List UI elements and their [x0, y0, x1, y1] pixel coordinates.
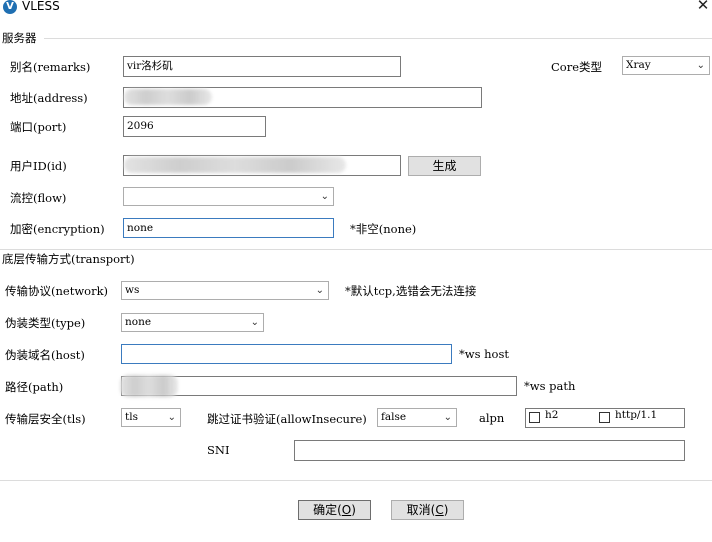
transport-section-title: 底层传输方式(transport)	[2, 252, 135, 266]
network-label: 传输协议(network)	[5, 284, 109, 298]
path-input[interactable]	[121, 376, 517, 396]
chevron-down-icon: ⌄	[250, 317, 259, 328]
core-type-label: Core类型	[551, 60, 603, 74]
footer-divider	[0, 480, 712, 481]
type-value: none	[125, 316, 152, 328]
type-select[interactable]: none ⌄	[121, 313, 264, 332]
flow-label: 流控(flow)	[10, 191, 67, 205]
tls-label: 传输层安全(tls)	[5, 412, 86, 426]
user-id-label: 用户ID(id)	[10, 159, 67, 173]
encryption-label: 加密(encryption)	[10, 222, 105, 236]
redacted-path	[120, 375, 178, 397]
ok-button[interactable]: 确定(O)	[298, 500, 371, 520]
network-hint: *默认tcp,选错会无法连接	[345, 284, 477, 298]
cancel-shortcut: C	[435, 503, 444, 517]
host-input[interactable]	[121, 344, 452, 364]
cancel-button[interactable]: 取消(C)	[391, 500, 464, 520]
chevron-down-icon: ⌄	[696, 60, 705, 71]
tls-select[interactable]: tls ⌄	[121, 408, 181, 427]
chevron-down-icon: ⌄	[315, 285, 324, 296]
alpn-h2-label: h2	[545, 409, 559, 421]
server-section-divider	[44, 38, 712, 39]
type-label: 伪装类型(type)	[5, 316, 86, 330]
alpn-h2-checkbox[interactable]	[529, 412, 540, 423]
sni-input[interactable]	[294, 440, 685, 461]
port-label: 端口(port)	[10, 120, 67, 134]
app-logo-icon: V	[3, 0, 17, 14]
cancel-button-label: 取消	[406, 503, 431, 517]
title-bar: V VLESS ✕	[0, 0, 712, 20]
path-label: 路径(path)	[5, 380, 64, 394]
vless-dialog: V VLESS ✕ 服务器 别名(remarks) vir洛杉矶 Core类型 …	[0, 0, 712, 542]
remarks-input[interactable]: vir洛杉矶	[123, 56, 401, 77]
alpn-http11-checkbox[interactable]	[599, 412, 610, 423]
redacted-address	[124, 89, 212, 105]
sni-label: SNI	[207, 443, 230, 457]
allow-insecure-value: false	[381, 411, 407, 423]
encryption-hint: *非空(none)	[350, 222, 417, 236]
ok-shortcut: O	[341, 503, 352, 517]
ok-button-label: 确定	[313, 503, 338, 517]
transport-section-divider	[0, 249, 712, 250]
server-section-title: 服务器	[2, 31, 37, 45]
network-select[interactable]: ws ⌄	[121, 281, 329, 300]
allow-insecure-label: 跳过证书验证(allowInsecure)	[207, 412, 367, 426]
redacted-user-id	[124, 157, 346, 173]
chevron-down-icon: ⌄	[320, 191, 329, 202]
path-hint: *ws path	[524, 379, 576, 393]
allow-insecure-select[interactable]: false ⌄	[377, 408, 457, 427]
core-type-select[interactable]: Xray ⌄	[622, 56, 710, 75]
network-value: ws	[125, 284, 140, 296]
generate-button[interactable]: 生成	[408, 156, 481, 176]
host-label: 伪装域名(host)	[5, 348, 85, 362]
close-icon[interactable]: ✕	[694, 0, 712, 14]
remarks-label: 别名(remarks)	[10, 60, 91, 74]
tls-value: tls	[125, 411, 138, 423]
host-hint: *ws host	[459, 347, 510, 361]
flow-select[interactable]: ⌄	[123, 187, 334, 206]
address-label: 地址(address)	[10, 91, 88, 105]
encryption-input[interactable]: none	[123, 218, 334, 238]
chevron-down-icon: ⌄	[167, 412, 176, 423]
core-type-value: Xray	[626, 59, 651, 71]
window-title: VLESS	[22, 0, 60, 13]
chevron-down-icon: ⌄	[443, 412, 452, 423]
port-input[interactable]: 2096	[123, 116, 266, 137]
alpn-http11-label: http/1.1	[615, 409, 658, 421]
alpn-label: alpn	[479, 411, 505, 425]
